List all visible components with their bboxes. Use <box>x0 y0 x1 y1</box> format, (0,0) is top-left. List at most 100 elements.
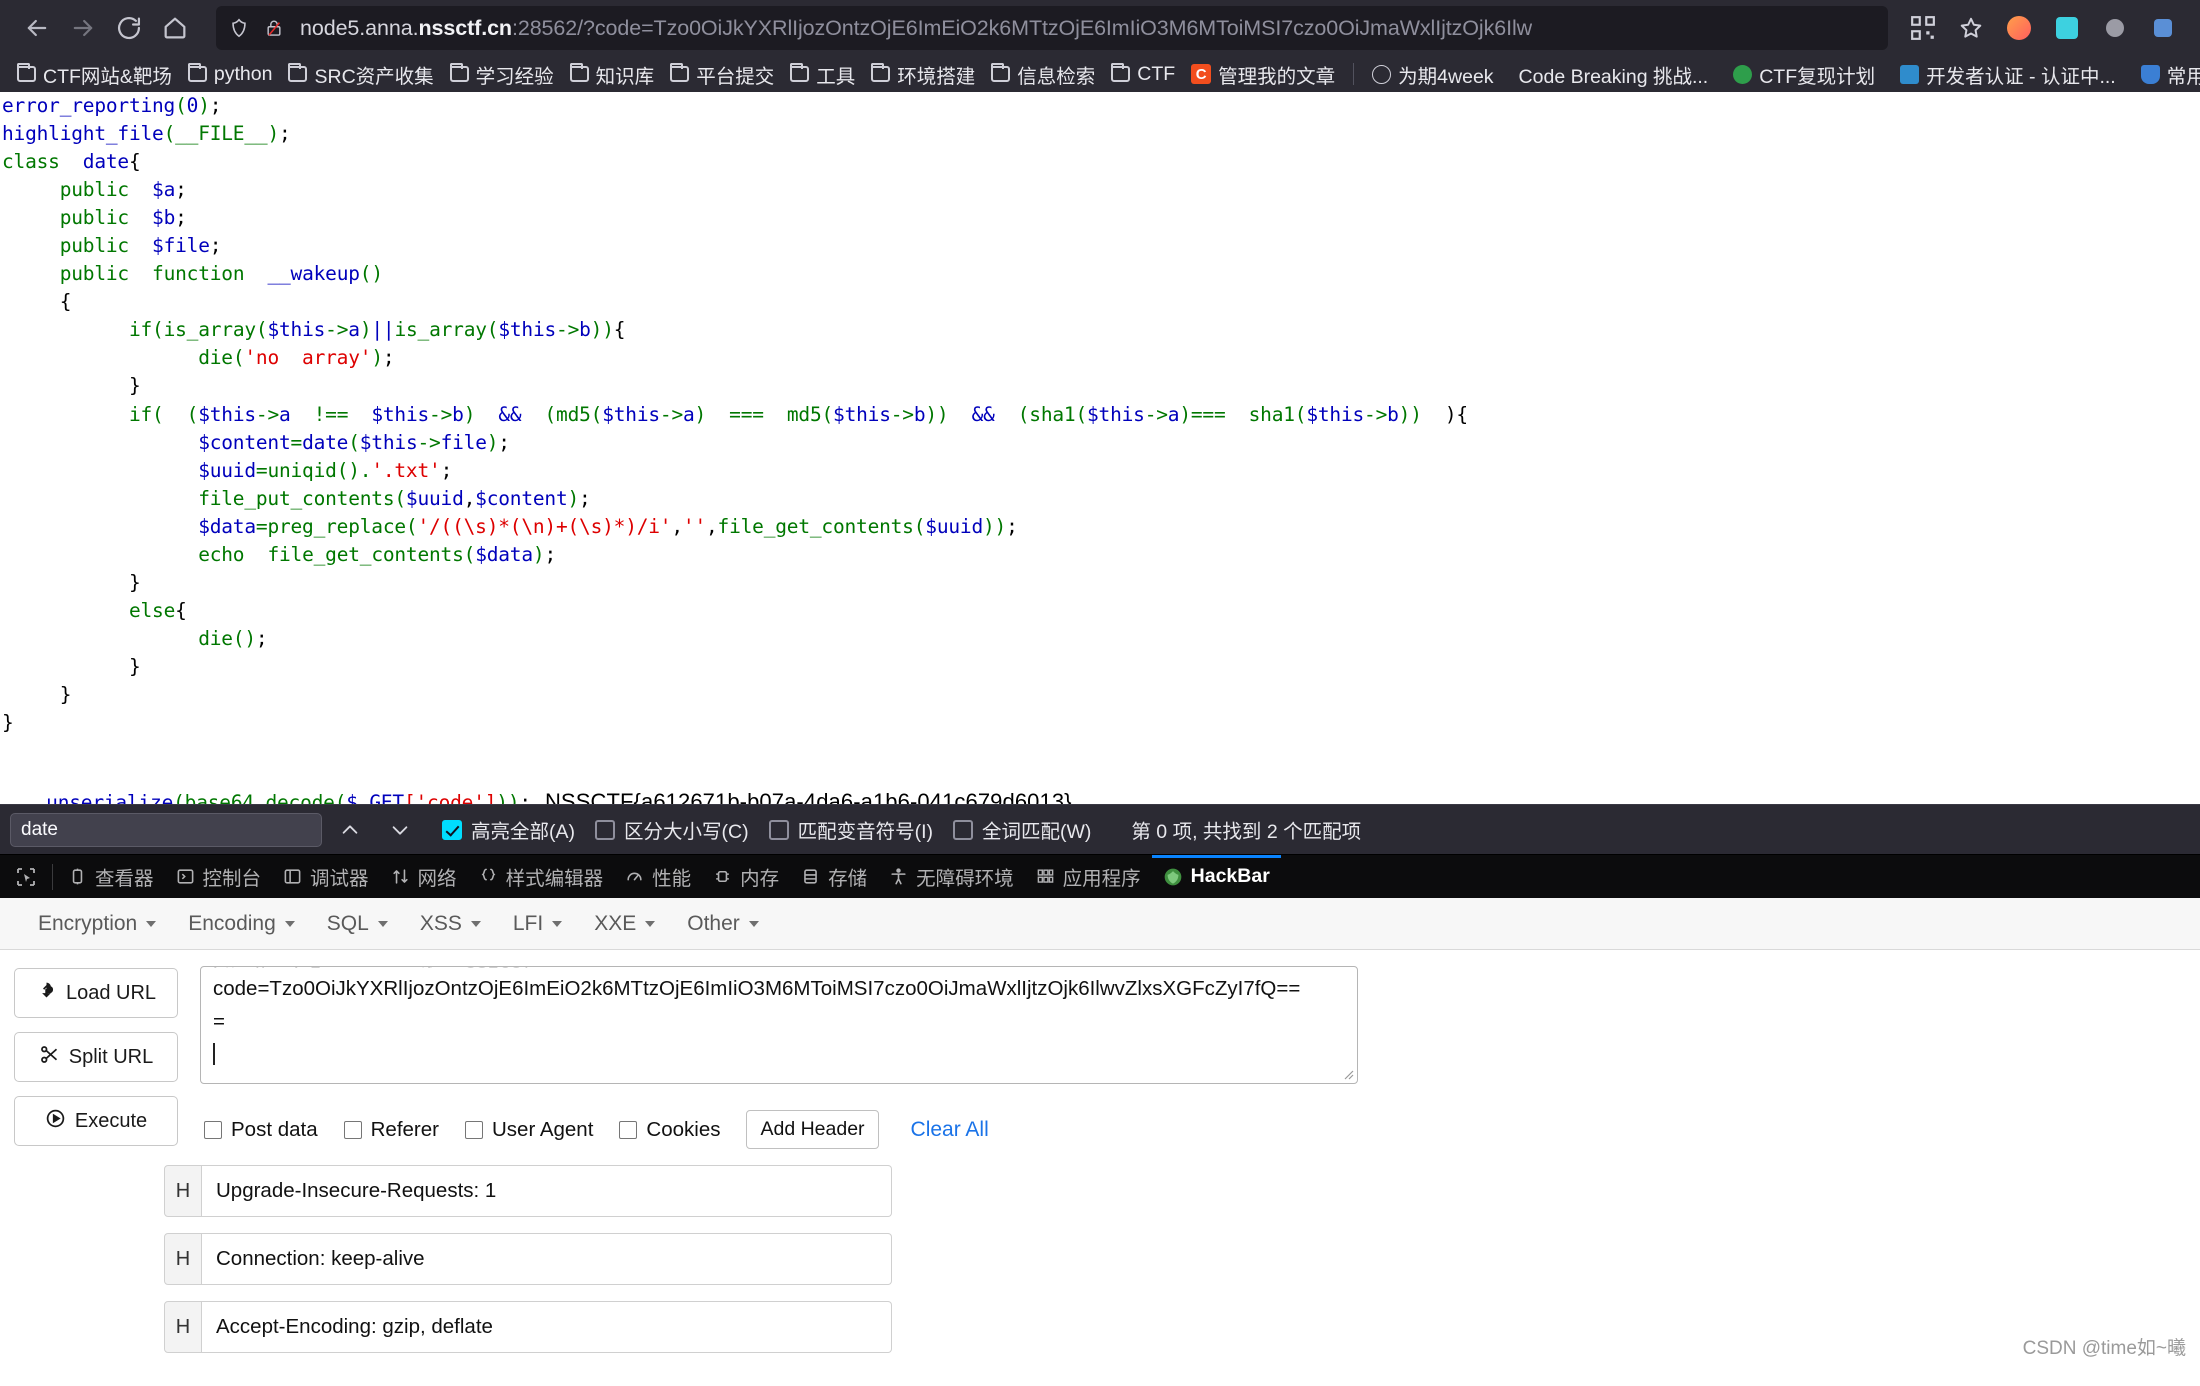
bookmark-item[interactable]: 环境搭建 <box>864 56 982 92</box>
menu-xss[interactable]: XSS <box>404 906 497 942</box>
split-url-button[interactable]: Split URL <box>14 1032 178 1082</box>
resize-handle[interactable] <box>1340 1066 1354 1080</box>
menu-encoding[interactable]: Encoding <box>172 906 311 942</box>
flag-line: unserialize(base64_decode($_GET['code'])… <box>0 766 2200 804</box>
header-value-input[interactable]: Accept-Encoding: gzip, deflate <box>202 1301 892 1353</box>
network-icon <box>391 867 410 886</box>
bookmark-item[interactable]: python <box>181 59 280 90</box>
hackbar-url-textarea[interactable]: http://node5.anna.nssctf.cn:28562/ code=… <box>200 966 1358 1084</box>
bookmark-item[interactable]: CTF网站&靶场 <box>10 56 179 92</box>
back-button[interactable] <box>14 5 60 51</box>
header-badge: H <box>164 1233 202 1285</box>
tab-storage[interactable]: 存储 <box>790 855 878 899</box>
tab-style-editor[interactable]: 样式编辑器 <box>468 855 615 899</box>
tab-accessibility[interactable]: 无障碍环境 <box>878 855 1025 899</box>
code-token: = <box>290 430 303 454</box>
tab-inspector[interactable]: 查看器 <box>57 855 165 899</box>
qr-code-icon[interactable] <box>1900 5 1946 51</box>
code-token: $this <box>1087 402 1145 426</box>
code-token: echo <box>198 542 245 566</box>
find-highlight-all-checkbox[interactable]: 高亮全部(A) <box>442 815 575 844</box>
tab-console[interactable]: 控制台 <box>165 855 273 899</box>
chevron-down-icon <box>645 920 656 927</box>
menu-encryption[interactable]: Encryption <box>22 906 172 942</box>
bookmark-item[interactable]: 常用口 <box>2125 56 2200 92</box>
lock-broken-icon[interactable] <box>264 16 284 40</box>
bookmark-item[interactable]: CTF复现计划 <box>1717 56 1882 92</box>
menu-other[interactable]: Other <box>671 906 775 942</box>
code-token: === <box>706 402 787 426</box>
hackbar-body: Load URL Split URL Execute http://node5.… <box>0 950 2200 1149</box>
extension-gray-icon[interactable] <box>2092 5 2138 51</box>
menu-xxe[interactable]: XXE <box>578 906 671 942</box>
bookmark-item[interactable]: 开发者认证 - 认证中... <box>1884 56 2123 92</box>
code-token: ( <box>1017 402 1030 426</box>
header-value-input[interactable]: Upgrade-Insecure-Requests: 1 <box>202 1165 892 1217</box>
find-match-diacritics-checkbox[interactable]: 匹配变音符号(I) <box>768 815 933 844</box>
bookmark-item[interactable]: CTF <box>1104 59 1182 90</box>
tab-network[interactable]: 网络 <box>380 855 468 899</box>
menu-lfi[interactable]: LFI <box>497 906 578 942</box>
extension-cyan-icon[interactable] <box>2044 5 2090 51</box>
find-match-case-checkbox[interactable]: 区分大小写(C) <box>595 815 749 844</box>
tab-hackbar[interactable]: HackBar <box>1151 854 1281 899</box>
url-scrolled-line: http://node5.anna.nssctf.cn:28562/ <box>213 967 1345 968</box>
bookmark-item[interactable]: Code Breaking 挑战... <box>1503 56 1716 92</box>
bookmark-item[interactable]: 信息检索 <box>984 56 1102 92</box>
bookmark-item[interactable]: 为期4week <box>1365 56 1500 92</box>
home-button[interactable] <box>152 5 198 51</box>
code-token: { <box>175 598 187 622</box>
chevron-down-icon <box>470 920 481 927</box>
menu-label: Encoding <box>188 911 276 935</box>
find-input[interactable] <box>10 812 322 847</box>
tab-performance[interactable]: 性能 <box>614 855 702 899</box>
shield-icon[interactable] <box>228 16 250 40</box>
execute-button[interactable]: Execute <box>14 1096 178 1146</box>
bookmark-star-icon[interactable] <box>1948 5 1994 51</box>
cookies-checkbox[interactable]: Cookies <box>619 1118 720 1142</box>
find-whole-words-checkbox[interactable]: 全词匹配(W) <box>952 815 1091 844</box>
bookmark-item[interactable]: 学习经验 <box>443 56 561 92</box>
bookmark-item[interactable]: SRC资产收集 <box>281 56 440 92</box>
forward-button[interactable] <box>60 5 106 51</box>
url-bar-actions <box>1900 5 2186 51</box>
find-previous-button[interactable] <box>328 812 372 848</box>
load-url-icon <box>36 980 57 1007</box>
header-value-input[interactable]: Connection: keep-alive <box>202 1233 892 1285</box>
referer-checkbox[interactable]: Referer <box>343 1118 439 1142</box>
checkbox-icon <box>464 1120 483 1139</box>
tab-application[interactable]: 应用程序 <box>1025 855 1152 899</box>
post-data-checkbox[interactable]: Post data <box>204 1118 318 1142</box>
code-token: } <box>2 711 14 735</box>
clear-all-link[interactable]: Clear All <box>911 1118 989 1142</box>
extension-blue-icon[interactable] <box>2140 5 2186 51</box>
bookmark-item[interactable]: 平台提交 <box>663 56 781 92</box>
menu-sql[interactable]: SQL <box>311 906 404 942</box>
bookmark-item[interactable]: 工具 <box>783 56 862 92</box>
bookmark-item[interactable]: C 管理我的文章 <box>1184 56 1342 92</box>
element-picker-icon[interactable] <box>6 855 48 899</box>
tab-memory[interactable]: 内存 <box>702 855 790 899</box>
code-token: ( <box>394 486 406 510</box>
find-next-button[interactable] <box>378 812 422 848</box>
reload-button[interactable] <box>106 5 152 51</box>
code-token: } <box>128 654 141 678</box>
bookmark-label: 管理我的文章 <box>1218 65 1336 88</box>
menu-label: Other <box>687 911 740 935</box>
code-token: () <box>359 262 383 286</box>
ctf-flag: NSSCTF{a612671b-b07a-4da6-a1b6-041c679d6… <box>544 789 1072 804</box>
code-token: $this <box>359 430 418 454</box>
extension-orange-icon[interactable] <box>1996 5 2042 51</box>
tab-debugger[interactable]: 调试器 <box>272 855 380 899</box>
bookmark-item[interactable]: 知识库 <box>563 56 662 92</box>
add-header-button[interactable]: Add Header <box>746 1110 879 1149</box>
user-agent-checkbox[interactable]: User Agent <box>464 1118 593 1142</box>
tab-label: 网络 <box>417 868 457 890</box>
code-token: ( <box>463 542 476 566</box>
load-url-button[interactable]: Load URL <box>14 968 178 1018</box>
tab-label: 性能 <box>652 868 692 890</box>
url-bar[interactable]: node5.anna.nssctf.cn:28562/?code=Tzo0OiJ… <box>216 6 1888 50</box>
page-content: error_reporting(0); highlight_file(__FIL… <box>0 92 2200 804</box>
